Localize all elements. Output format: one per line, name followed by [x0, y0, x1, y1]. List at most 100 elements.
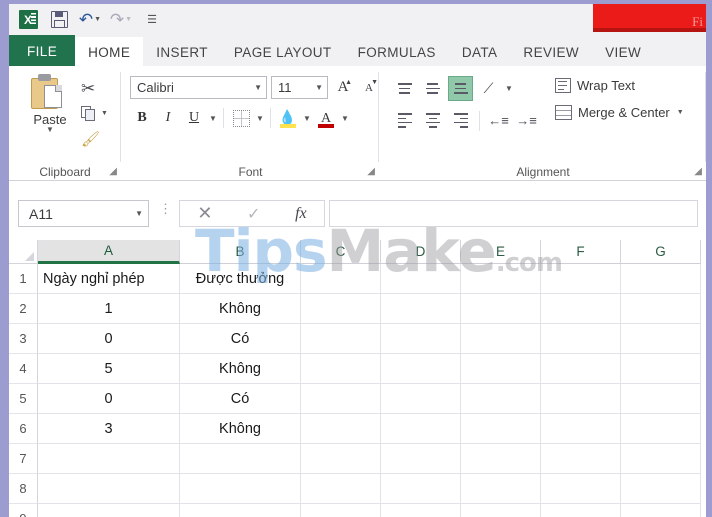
- cell-B2[interactable]: Không: [180, 294, 301, 324]
- font-name-dropdown-icon[interactable]: ▼: [248, 83, 262, 92]
- cell-D3[interactable]: [381, 324, 461, 354]
- cell-E2[interactable]: [461, 294, 541, 324]
- tab-insert[interactable]: INSERT: [143, 37, 221, 68]
- cell-F4[interactable]: [541, 354, 621, 384]
- enter-icon[interactable]: ✓: [247, 204, 260, 224]
- tab-file[interactable]: FILE: [9, 35, 76, 68]
- cell-A8[interactable]: [38, 474, 180, 504]
- wrap-text-button[interactable]: Wrap Text: [555, 78, 684, 93]
- customize-qat-icon[interactable]: ☰: [141, 9, 163, 31]
- cell-F9[interactable]: [541, 504, 621, 517]
- fill-color-dropdown-icon[interactable]: ▼: [302, 114, 312, 123]
- column-header-e[interactable]: E: [461, 240, 541, 264]
- name-box[interactable]: A11 ▼: [18, 200, 149, 227]
- select-all-corner[interactable]: [9, 240, 38, 264]
- decrease-indent-button[interactable]: ←≡: [486, 108, 511, 133]
- row-header-1[interactable]: 1: [9, 264, 38, 294]
- cell-G1[interactable]: [621, 264, 701, 294]
- font-size-dropdown-icon[interactable]: ▼: [309, 83, 323, 92]
- save-icon[interactable]: [48, 9, 70, 31]
- increase-font-size-button[interactable]: A ▲: [332, 77, 354, 99]
- cell-D8[interactable]: [381, 474, 461, 504]
- cell-G4[interactable]: [621, 354, 701, 384]
- cell-B4[interactable]: Không: [180, 354, 301, 384]
- cell-F2[interactable]: [541, 294, 621, 324]
- clipboard-dialog-launcher-icon[interactable]: ◢: [109, 166, 117, 177]
- cell-A1[interactable]: Ngày nghỉ phép: [38, 264, 180, 294]
- cell-D7[interactable]: [381, 444, 461, 474]
- cell-E3[interactable]: [461, 324, 541, 354]
- cell-B5[interactable]: Có: [180, 384, 301, 414]
- cell-D1[interactable]: [381, 264, 461, 294]
- format-painter-button[interactable]: 🖌: [81, 126, 108, 151]
- increase-indent-button[interactable]: →≡: [514, 108, 539, 133]
- align-top-button[interactable]: [392, 76, 417, 101]
- cut-button[interactable]: ✂: [81, 76, 108, 101]
- cell-C1[interactable]: [301, 264, 381, 294]
- alignment-dialog-launcher-icon[interactable]: ◢: [694, 166, 702, 177]
- tab-data[interactable]: DATA: [449, 37, 511, 68]
- cell-F6[interactable]: [541, 414, 621, 444]
- borders-dropdown-icon[interactable]: ▼: [255, 114, 265, 123]
- cell-F1[interactable]: [541, 264, 621, 294]
- undo-icon[interactable]: ↶ ▼: [79, 9, 101, 31]
- cell-E4[interactable]: [461, 354, 541, 384]
- underline-dropdown-icon[interactable]: ▼: [208, 114, 218, 123]
- underline-button[interactable]: U: [182, 106, 206, 130]
- cell-F8[interactable]: [541, 474, 621, 504]
- cell-D2[interactable]: [381, 294, 461, 324]
- font-dialog-launcher-icon[interactable]: ◢: [367, 166, 375, 177]
- tab-view[interactable]: VIEW: [592, 37, 654, 68]
- cell-A9[interactable]: [38, 504, 180, 517]
- cell-E5[interactable]: [461, 384, 541, 414]
- formula-input[interactable]: [329, 200, 698, 227]
- cell-A4[interactable]: 5: [38, 354, 180, 384]
- cell-B7[interactable]: [180, 444, 301, 474]
- cell-E6[interactable]: [461, 414, 541, 444]
- tab-review[interactable]: REVIEW: [510, 37, 592, 68]
- font-name-input[interactable]: Calibri ▼: [130, 76, 267, 99]
- column-header-d[interactable]: D: [381, 240, 461, 264]
- cell-G6[interactable]: [621, 414, 701, 444]
- copy-dropdown-icon[interactable]: ▼: [101, 110, 108, 117]
- cell-C5[interactable]: [301, 384, 381, 414]
- cell-E1[interactable]: [461, 264, 541, 294]
- cell-D4[interactable]: [381, 354, 461, 384]
- cell-B6[interactable]: Không: [180, 414, 301, 444]
- cancel-icon[interactable]: ✕: [197, 203, 212, 224]
- insert-function-icon[interactable]: fx: [295, 205, 307, 223]
- row-header-9[interactable]: 9: [9, 504, 38, 517]
- cell-G5[interactable]: [621, 384, 701, 414]
- cell-A2[interactable]: 1: [38, 294, 180, 324]
- font-color-button[interactable]: A: [314, 106, 338, 130]
- cell-C9[interactable]: [301, 504, 381, 517]
- cell-C8[interactable]: [301, 474, 381, 504]
- cell-A7[interactable]: [38, 444, 180, 474]
- copy-button[interactable]: ▼: [81, 101, 108, 126]
- column-header-c[interactable]: C: [301, 240, 381, 264]
- cell-B8[interactable]: [180, 474, 301, 504]
- cell-G2[interactable]: [621, 294, 701, 324]
- font-size-input[interactable]: 11 ▼: [271, 76, 328, 99]
- cell-B1[interactable]: Được thưởng: [180, 264, 301, 294]
- align-bottom-button[interactable]: [448, 76, 473, 101]
- cell-E7[interactable]: [461, 444, 541, 474]
- align-left-button[interactable]: [392, 108, 417, 133]
- cell-F7[interactable]: [541, 444, 621, 474]
- cell-D5[interactable]: [381, 384, 461, 414]
- cell-G8[interactable]: [621, 474, 701, 504]
- tab-home[interactable]: HOME: [75, 37, 144, 68]
- paste-button[interactable]: Paste ▼: [21, 74, 79, 134]
- cell-A5[interactable]: 0: [38, 384, 180, 414]
- merge-center-dropdown-icon[interactable]: ▼: [677, 109, 684, 116]
- cell-G7[interactable]: [621, 444, 701, 474]
- align-middle-button[interactable]: [420, 76, 445, 101]
- align-right-button[interactable]: [448, 108, 473, 133]
- cell-C7[interactable]: [301, 444, 381, 474]
- tab-formulas[interactable]: FORMULAS: [345, 37, 449, 68]
- bold-button[interactable]: B: [130, 106, 154, 130]
- cell-C3[interactable]: [301, 324, 381, 354]
- row-header-4[interactable]: 4: [9, 354, 38, 384]
- tab-page-layout[interactable]: PAGE LAYOUT: [221, 37, 345, 68]
- cell-C6[interactable]: [301, 414, 381, 444]
